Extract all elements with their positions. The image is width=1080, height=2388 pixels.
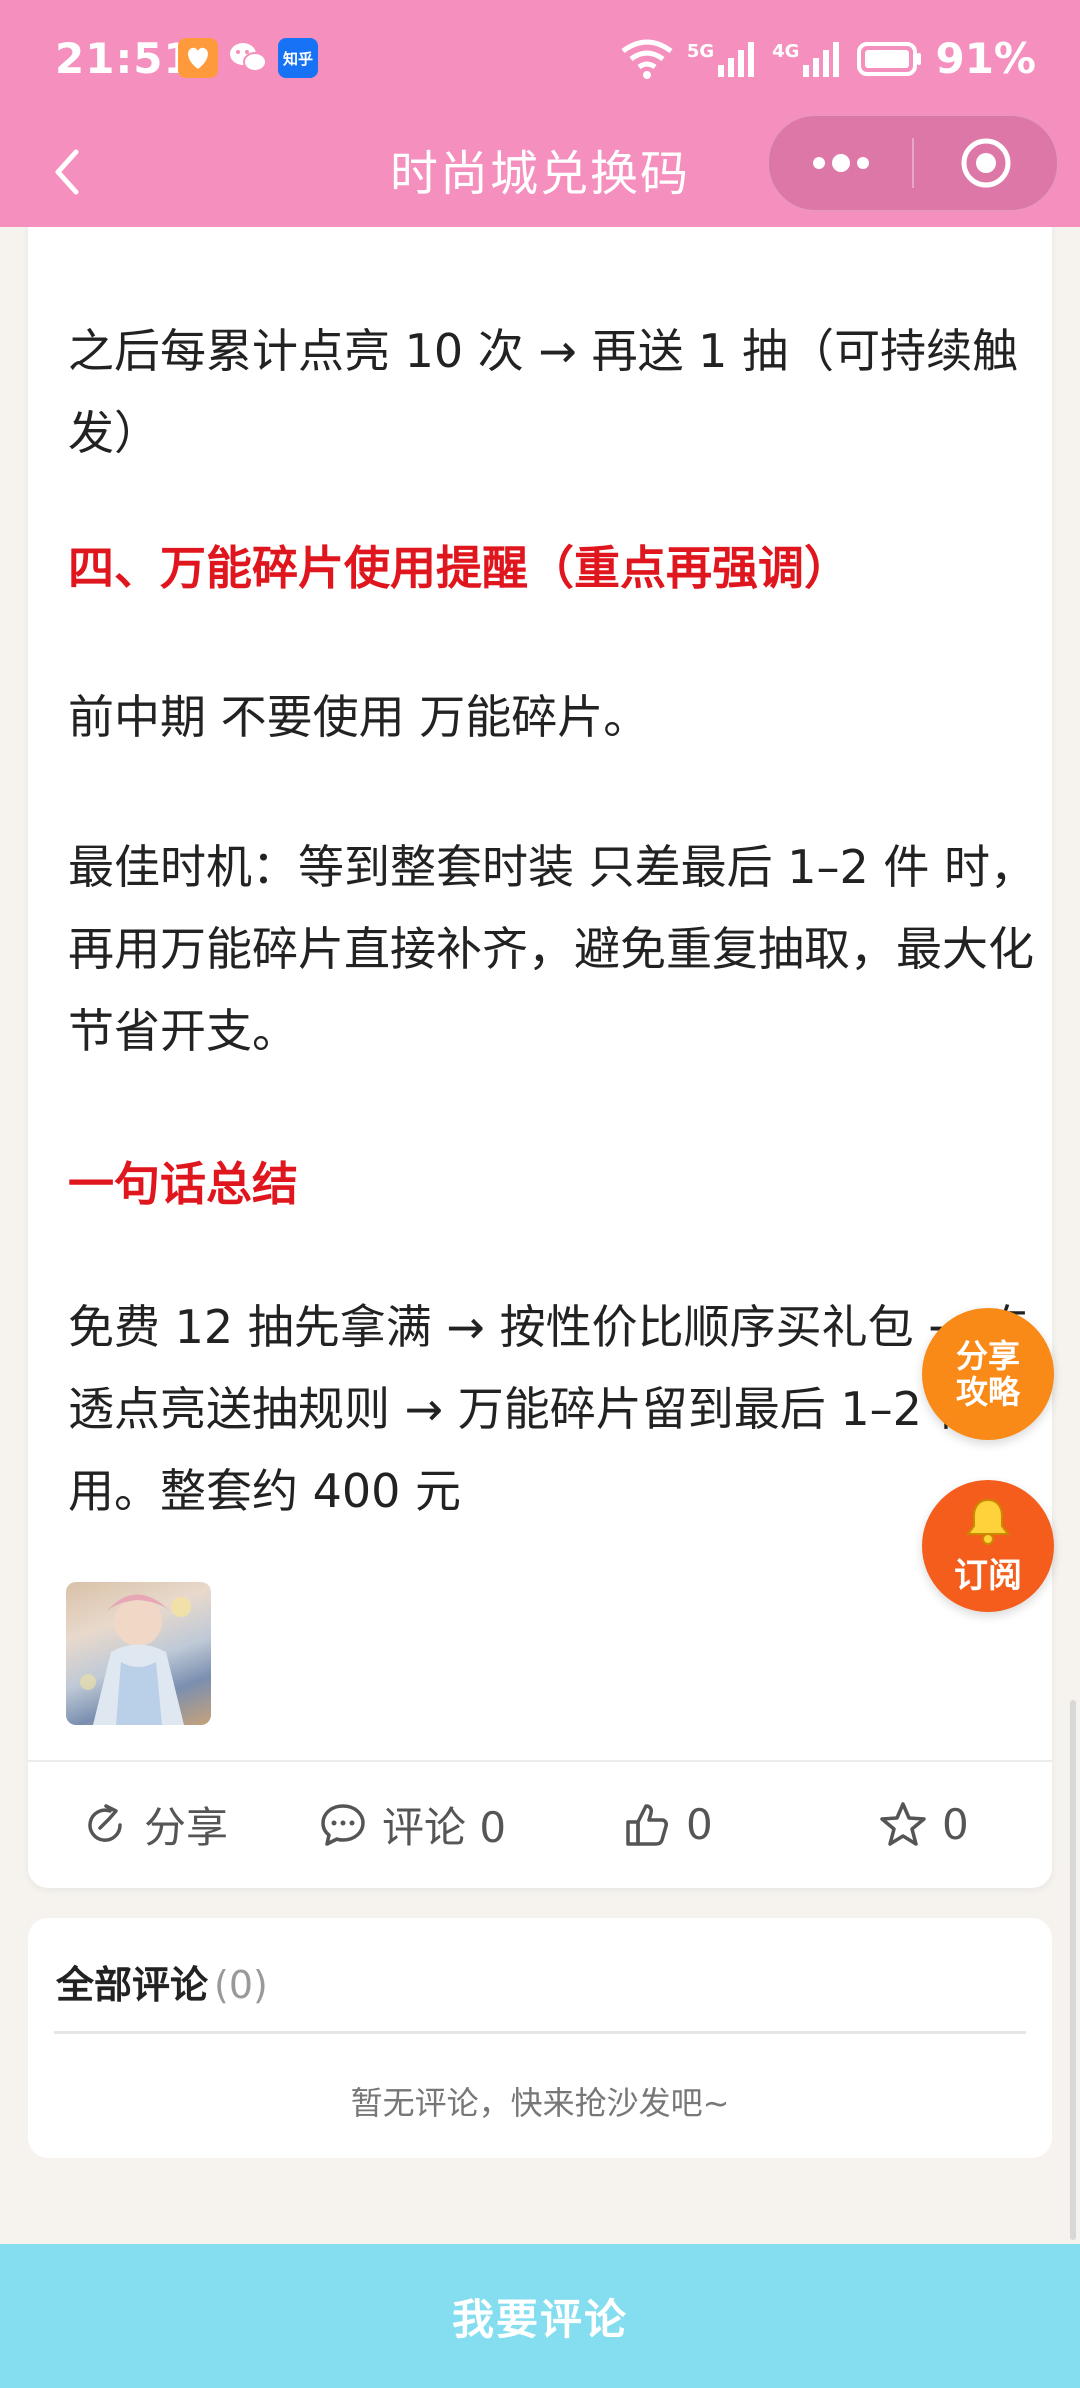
comment-icon [321, 1803, 365, 1846]
comment-button[interactable]: 评论 0 [318, 1762, 506, 1887]
favorite-count: 0 [942, 1800, 969, 1849]
share-guide-line2: 攻略 [955, 1373, 1020, 1411]
star-icon [880, 1801, 926, 1846]
signal-4g-icon: 4G [772, 41, 845, 77]
heart-app-icon [178, 38, 218, 78]
notification-icons: 知乎 [178, 38, 318, 78]
comments-section: 全部评论 (0) 暂无评论，快来抢沙发吧~ [28, 1918, 1052, 2158]
status-time: 21:51 [55, 34, 194, 83]
wechat-icon [228, 38, 268, 78]
share-guide-line1: 分享 [955, 1337, 1020, 1375]
comments-title: 全部评论 (0) [56, 1954, 268, 2009]
comments-count: (0) [214, 1963, 268, 2007]
section-heading: 四、万能碎片使用提醒（重点再强调） [68, 541, 850, 595]
more-dots-icon [812, 154, 869, 172]
miniapp-capsule [768, 115, 1058, 211]
character-image [80, 1594, 191, 1725]
target-circle-icon [961, 138, 1010, 188]
action-bar: 分享 评论 0 0 0 [28, 1762, 1052, 1887]
favorite-button[interactable]: 0 [878, 1762, 969, 1887]
article-card: 之后每累计点亮 10 次 → 再送 1 抽（可持续触发） 四、万能碎片使用提醒（… [28, 180, 1052, 1888]
thumbs-up-icon [626, 1803, 668, 1846]
article-paragraph: 最佳时机：等到整套时装 只差最后 1–2 件 时，再用万能碎片直接补齐，避免重复… [68, 840, 1037, 1058]
zhihu-icon: 知乎 [278, 38, 318, 78]
battery-icon [857, 41, 922, 76]
like-count: 0 [686, 1800, 713, 1849]
write-comment-button[interactable]: 我要评论 [0, 2244, 1080, 2388]
comments-empty-text: 暂无评论，快来抢沙发吧~ [350, 2084, 730, 2122]
share-button[interactable]: 分享 [80, 1762, 228, 1887]
comment-label: 评论 0 [382, 1803, 507, 1852]
signal-5g-icon: 5G [687, 41, 760, 77]
more-button[interactable] [769, 116, 912, 210]
like-button[interactable]: 0 [622, 1762, 713, 1887]
wifi-icon [621, 39, 673, 79]
close-miniapp-button[interactable] [914, 116, 1057, 210]
net1-label: 5G [686, 40, 715, 62]
net2-label: 4G [772, 40, 800, 62]
subscribe-label: 订阅 [954, 1556, 1022, 1596]
share-label: 分享 [144, 1803, 229, 1852]
article-paragraph: 前中期 不要使用 万能碎片。 [68, 690, 650, 744]
share-icon [88, 1803, 122, 1842]
status-bar: 21:51 知乎 5G 4G 91% [0, 0, 1080, 120]
scrollbar[interactable] [1070, 1700, 1076, 2240]
zhihu-label: 知乎 [282, 49, 313, 68]
status-right: 5G 4G 91% [619, 34, 1036, 83]
comments-title-text: 全部评论 [56, 1963, 209, 2007]
divider [54, 2031, 1026, 2034]
summary-heading: 一句话总结 [68, 1157, 298, 1211]
share-guide-label: 分享 攻略 [922, 1338, 1054, 1410]
article-paragraph: 之后每累计点亮 10 次 → 再送 1 抽（可持续触发） [68, 324, 1019, 460]
share-guide-button[interactable]: 分享 攻略 [922, 1308, 1054, 1440]
article-paragraph: 免费 12 抽先拿满 → 按性价比顺序买礼包 → 吃透点亮送抽规则 → 万能碎片… [68, 1300, 1029, 1518]
battery-percent: 91% [935, 34, 1036, 83]
subscribe-button[interactable]: 订阅 [922, 1480, 1054, 1612]
article-thumbnail[interactable] [66, 1582, 211, 1725]
bell-icon [922, 1494, 1054, 1555]
